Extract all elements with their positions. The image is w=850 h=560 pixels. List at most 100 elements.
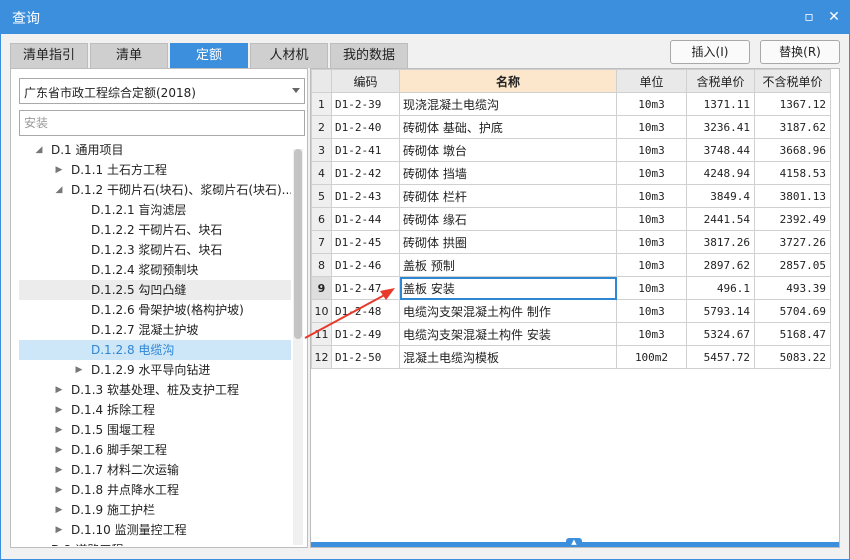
cell-name[interactable]: 砖砌体 缘石 bbox=[399, 207, 617, 231]
cell-unit[interactable]: 10m3 bbox=[616, 299, 687, 323]
tree-node[interactable]: D.1.2.2 干砌片石、块石 bbox=[19, 220, 291, 240]
cell-name[interactable]: 砖砌体 挡墙 bbox=[399, 161, 617, 185]
tree-node[interactable]: ▶ D.1.4 拆除工程 bbox=[19, 400, 291, 420]
cell-code[interactable]: D1-2-39 bbox=[331, 92, 400, 116]
tree-node[interactable]: ▶ D.1.6 脚手架工程 bbox=[19, 440, 291, 460]
cell-code[interactable]: D1-2-48 bbox=[331, 299, 400, 323]
tab-bill[interactable]: 清单 bbox=[90, 43, 168, 68]
tree-node[interactable]: D.1.2.6 骨架护坡(格构护坡) bbox=[19, 300, 291, 320]
row-index[interactable]: 3 bbox=[311, 138, 332, 162]
cell-price-tax[interactable]: 1371.11 bbox=[686, 92, 755, 116]
tree-scrollbar[interactable] bbox=[293, 149, 303, 545]
col-header-name[interactable]: 名称 bbox=[399, 69, 617, 93]
cell-price-tax[interactable]: 3236.41 bbox=[686, 115, 755, 139]
cell-code[interactable]: D1-2-45 bbox=[331, 230, 400, 254]
cell-name[interactable]: 砖砌体 栏杆 bbox=[399, 184, 617, 208]
row-index[interactable]: 1 bbox=[311, 92, 332, 116]
table-row[interactable]: 8 D1-2-46 盖板 预制 10m3 2897.62 2857.05 bbox=[311, 253, 831, 277]
cell-name[interactable]: 砖砌体 拱圈 bbox=[399, 230, 617, 254]
table-row[interactable]: 1 D1-2-39 现浇混凝土电缆沟 10m3 1371.11 1367.12 bbox=[311, 92, 831, 116]
cell-unit[interactable]: 10m3 bbox=[616, 138, 687, 162]
row-index[interactable]: 10 bbox=[311, 299, 332, 323]
expand-icon[interactable]: ▶ bbox=[53, 500, 65, 520]
cell-name[interactable]: 电缆沟支架混凝土构件 安装 bbox=[399, 322, 617, 346]
minimize-icon[interactable]: ▫ bbox=[799, 7, 819, 27]
cell-price-notax[interactable]: 2392.49 bbox=[754, 207, 831, 231]
row-index[interactable]: 9 bbox=[311, 276, 332, 300]
table-row[interactable]: 7 D1-2-45 砖砌体 拱圈 10m3 3817.26 3727.26 bbox=[311, 230, 831, 254]
cell-price-notax[interactable]: 3187.62 bbox=[754, 115, 831, 139]
tab-quota[interactable]: 定额 bbox=[170, 43, 248, 68]
row-index[interactable]: 4 bbox=[311, 161, 332, 185]
col-header-price-notax[interactable]: 不含税单价 bbox=[754, 69, 831, 93]
cell-price-tax[interactable]: 5457.72 bbox=[686, 345, 755, 369]
expand-icon[interactable]: ▶ bbox=[53, 420, 65, 440]
tree-node[interactable]: ▶ D.1.10 监测量控工程 bbox=[19, 520, 291, 540]
cell-name[interactable]: 砖砌体 墩台 bbox=[399, 138, 617, 162]
cell-unit[interactable]: 10m3 bbox=[616, 207, 687, 231]
cell-name[interactable]: 现浇混凝土电缆沟 bbox=[399, 92, 617, 116]
expand-icon[interactable]: ▶ bbox=[73, 360, 85, 380]
table-row[interactable]: 11 D1-2-49 电缆沟支架混凝土构件 安装 10m3 5324.67 5168.47 bbox=[311, 322, 831, 346]
close-icon[interactable]: ✕ bbox=[824, 7, 844, 27]
tree-node[interactable]: D.1.2.4 浆砌预制块 bbox=[19, 260, 291, 280]
cell-name[interactable]: 砖砌体 基础、护底 bbox=[399, 115, 617, 139]
replace-button[interactable]: 替换(R) bbox=[760, 40, 840, 64]
cell-price-notax[interactable]: 3801.13 bbox=[754, 184, 831, 208]
row-index[interactable]: 2 bbox=[311, 115, 332, 139]
cell-price-tax[interactable]: 5324.67 bbox=[686, 322, 755, 346]
cell-unit[interactable]: 10m3 bbox=[616, 115, 687, 139]
cell-price-tax[interactable]: 4248.94 bbox=[686, 161, 755, 185]
quota-library-select[interactable]: 广东省市政工程综合定额(2018) bbox=[19, 78, 305, 104]
cell-unit[interactable]: 10m3 bbox=[616, 184, 687, 208]
cell-price-notax[interactable]: 5168.47 bbox=[754, 322, 831, 346]
collapse-icon[interactable]: ◢ bbox=[33, 540, 45, 546]
scrollbar-thumb[interactable] bbox=[294, 149, 302, 339]
search-box[interactable] bbox=[19, 110, 305, 136]
cell-unit[interactable]: 10m3 bbox=[616, 322, 687, 346]
cell-code[interactable]: D1-2-49 bbox=[331, 322, 400, 346]
table-row[interactable]: 3 D1-2-41 砖砌体 墩台 10m3 3748.44 3668.96 bbox=[311, 138, 831, 162]
cell-code[interactable]: D1-2-47 bbox=[331, 276, 400, 300]
search-input[interactable] bbox=[24, 112, 300, 134]
collapse-icon[interactable]: ◢ bbox=[33, 140, 45, 160]
table-row[interactable]: 9 D1-2-47 盖板 安装 10m3 496.1 493.39 bbox=[311, 276, 831, 300]
tree-node[interactable]: ▶ D.1.2.9 水平导向钻进 bbox=[19, 360, 291, 380]
expand-icon[interactable]: ▶ bbox=[53, 160, 65, 180]
tree-node[interactable]: D.1.2.8 电缆沟 bbox=[19, 340, 291, 360]
cell-unit[interactable]: 10m3 bbox=[616, 161, 687, 185]
collapse-icon[interactable]: ◢ bbox=[53, 180, 65, 200]
col-header-price-tax[interactable]: 含税单价 bbox=[686, 69, 755, 93]
tree-node[interactable]: ▶ D.1.3 软基处理、桩及支护工程 bbox=[19, 380, 291, 400]
row-index[interactable]: 6 bbox=[311, 207, 332, 231]
cell-price-tax[interactable]: 496.1 bbox=[686, 276, 755, 300]
cell-code[interactable]: D1-2-50 bbox=[331, 345, 400, 369]
cell-name[interactable]: 盖板 安装 bbox=[399, 276, 617, 300]
cell-price-tax[interactable]: 2441.54 bbox=[686, 207, 755, 231]
col-header-unit[interactable]: 单位 bbox=[616, 69, 687, 93]
cell-price-notax[interactable]: 2857.05 bbox=[754, 253, 831, 277]
cell-price-tax[interactable]: 3849.4 bbox=[686, 184, 755, 208]
table-row[interactable]: 10 D1-2-48 电缆沟支架混凝土构件 制作 10m3 5793.14 5704.69 bbox=[311, 299, 831, 323]
cell-unit[interactable]: 10m3 bbox=[616, 276, 687, 300]
row-index[interactable]: 7 bbox=[311, 230, 332, 254]
cell-name[interactable]: 电缆沟支架混凝土构件 制作 bbox=[399, 299, 617, 323]
chevron-up-icon[interactable]: ▲ bbox=[566, 538, 582, 547]
row-index[interactable]: 12 bbox=[311, 345, 332, 369]
expand-icon[interactable]: ▶ bbox=[53, 520, 65, 540]
tab-my-data[interactable]: 我的数据 bbox=[330, 43, 408, 68]
cell-price-notax[interactable]: 3727.26 bbox=[754, 230, 831, 254]
tree-node[interactable]: ▶ D.1.9 施工护栏 bbox=[19, 500, 291, 520]
cell-price-notax[interactable]: 4158.53 bbox=[754, 161, 831, 185]
splitter-bar[interactable]: ▲ bbox=[311, 538, 839, 547]
cell-price-tax[interactable]: 3748.44 bbox=[686, 138, 755, 162]
cell-price-tax[interactable]: 3817.26 bbox=[686, 230, 755, 254]
cell-code[interactable]: D1-2-43 bbox=[331, 184, 400, 208]
insert-button[interactable]: 插入(I) bbox=[670, 40, 750, 64]
cell-unit[interactable]: 100m2 bbox=[616, 345, 687, 369]
cell-name[interactable]: 盖板 预制 bbox=[399, 253, 617, 277]
cell-code[interactable]: D1-2-46 bbox=[331, 253, 400, 277]
tree-node[interactable]: D.1.2.1 盲沟滤层 bbox=[19, 200, 291, 220]
cell-code[interactable]: D1-2-42 bbox=[331, 161, 400, 185]
cell-unit[interactable]: 10m3 bbox=[616, 92, 687, 116]
